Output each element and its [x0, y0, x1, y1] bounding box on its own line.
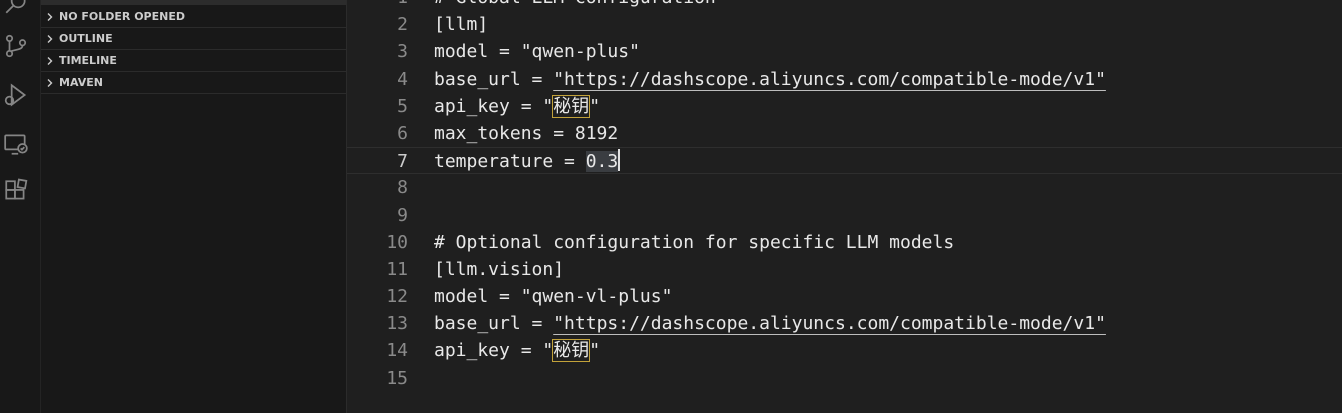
line-number: 12	[386, 286, 408, 308]
line-text: [llm.vision]	[434, 256, 564, 283]
code-line[interactable]: 6 max_tokens = 8192	[347, 120, 1342, 147]
line-number: 6	[397, 122, 408, 144]
line-text: api_key = "秘钥"	[434, 93, 600, 120]
line-text: model = "qwen-plus"	[434, 38, 640, 65]
code-text: max_tokens = 8192	[434, 122, 619, 144]
line-text: max_tokens = 8192	[434, 120, 618, 147]
line-text: api_key = "秘钥"	[434, 337, 600, 364]
text-cursor	[618, 149, 621, 172]
code-line[interactable]: 11 [llm.vision]	[347, 256, 1342, 283]
line-number: 13	[386, 313, 408, 335]
code-lines: 1 # Global LLM configuration 2 [llm] 3 model …	[347, 0, 1342, 392]
section-timeline[interactable]: TIMELINE	[41, 50, 346, 72]
chevron-right-icon	[41, 34, 59, 44]
section-label: MAVEN	[59, 76, 103, 89]
code-text: model = "qwen-plus"	[434, 41, 640, 63]
section-maven[interactable]: MAVEN	[41, 72, 346, 94]
sidebar: NO FOLDER OPENED OUTLINE TIMELINE MAVEN	[41, 0, 347, 413]
line-number: 3	[397, 41, 408, 63]
code-text: [llm.vision]	[434, 258, 565, 280]
line-number: 1	[347, 0, 408, 11]
code-text: base_url =	[434, 313, 554, 335]
code-line[interactable]: 8	[347, 174, 1342, 201]
code-text: # Optional configuration for specific LL…	[434, 231, 955, 253]
code-line[interactable]: 10 # Optional configuration for specific …	[347, 229, 1342, 256]
extensions-icon[interactable]	[3, 178, 29, 204]
sidebar-header-remnant	[41, 0, 346, 5]
code-line[interactable]: 2 [llm]	[347, 11, 1342, 38]
code-text: # Global LLM configuration	[434, 0, 716, 8]
line-number: 10	[386, 231, 408, 253]
section-outline[interactable]: OUTLINE	[41, 28, 346, 50]
code-line[interactable]: 12 model = "qwen-vl-plus"	[347, 283, 1342, 310]
search-icon[interactable]	[3, 0, 29, 16]
unicode-highlight-box: 秘钥	[552, 339, 591, 363]
code-text: [llm]	[434, 14, 489, 36]
code-line[interactable]: 4 base_url = "https://dashscope.aliyuncs.…	[347, 66, 1342, 93]
remote-explorer-icon[interactable]	[3, 131, 29, 157]
code-line[interactable]: 14 api_key = "秘钥"	[347, 337, 1342, 364]
chevron-right-icon	[41, 12, 59, 22]
activity-bar	[0, 0, 41, 413]
section-label: OUTLINE	[59, 32, 113, 45]
code-text: "	[589, 340, 601, 362]
code-line[interactable]: 15	[347, 365, 1342, 392]
section-label: TIMELINE	[59, 54, 117, 67]
text-selection: 0.3	[585, 151, 619, 173]
code-text: api_key = "	[434, 340, 554, 362]
chevron-right-icon	[41, 56, 59, 66]
code-text: temperature =	[434, 151, 586, 173]
line-number: 9	[397, 204, 408, 226]
code-line[interactable]: 9	[347, 202, 1342, 229]
section-label: NO FOLDER OPENED	[59, 10, 185, 23]
line-text: # Global LLM configuration	[434, 0, 716, 11]
url-string[interactable]: "https://dashscope.aliyuncs.com/compatib…	[553, 69, 1106, 90]
line-text: model = "qwen-vl-plus"	[434, 283, 672, 310]
section-no-folder-opened[interactable]: NO FOLDER OPENED	[41, 6, 346, 28]
code-text: model = "qwen-vl-plus"	[434, 286, 673, 308]
line-number: 7	[397, 151, 408, 173]
run-debug-icon[interactable]	[3, 82, 29, 108]
source-control-icon[interactable]	[3, 33, 29, 59]
line-text: base_url = "https://dashscope.aliyuncs.c…	[434, 310, 1106, 337]
line-number: 8	[397, 177, 408, 199]
line-number: 5	[397, 95, 408, 117]
code-editor[interactable]: 1 # Global LLM configuration 2 [llm] 3 model …	[347, 0, 1342, 413]
code-line[interactable]: 3 model = "qwen-plus"	[347, 38, 1342, 65]
line-text: [llm]	[434, 11, 488, 38]
code-line[interactable]: 5 api_key = "秘钥"	[347, 93, 1342, 120]
code-line[interactable]: 7 temperature = 0.3	[347, 147, 1342, 175]
code-text: base_url =	[434, 68, 554, 90]
code-text: "	[589, 95, 601, 117]
chevron-right-icon	[41, 78, 59, 88]
line-number: 15	[386, 367, 408, 389]
line-number: 2	[397, 14, 408, 36]
code-line[interactable]: 13 base_url = "https://dashscope.aliyuncs…	[347, 310, 1342, 337]
unicode-highlight-box: 秘钥	[552, 94, 591, 118]
line-text: temperature = 0.3	[434, 148, 621, 175]
code-text: api_key = "	[434, 95, 554, 117]
line-number: 4	[397, 68, 408, 90]
line-text: base_url = "https://dashscope.aliyuncs.c…	[434, 66, 1106, 93]
url-string[interactable]: "https://dashscope.aliyuncs.com/compatib…	[553, 313, 1106, 334]
line-number: 11	[386, 258, 408, 280]
line-number: 14	[386, 340, 408, 362]
line-text: # Optional configuration for specific LL…	[434, 229, 954, 256]
code-line[interactable]: 1 # Global LLM configuration	[347, 0, 1342, 11]
